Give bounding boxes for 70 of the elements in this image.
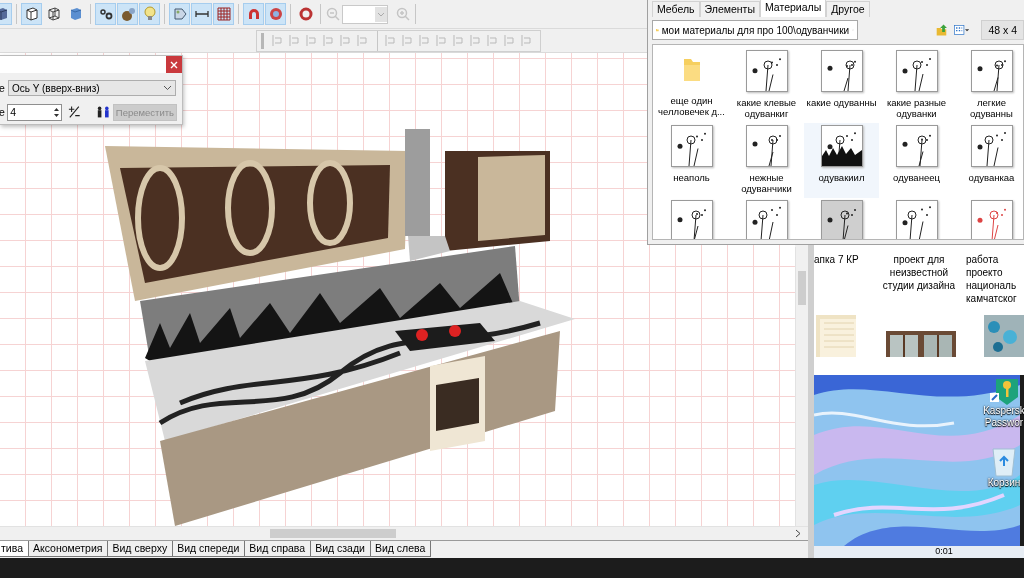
axis-dropdown[interactable]: Ось Y (вверх-вниз)	[8, 80, 176, 96]
close-icon	[170, 60, 178, 69]
grid-icon	[215, 6, 232, 22]
item-label: какие клевые одуванкиг	[735, 97, 798, 119]
size-field[interactable]: 48 x 4	[981, 20, 1024, 40]
view-grid-icon[interactable]	[954, 23, 970, 37]
zoom-field[interactable]	[342, 4, 388, 24]
file-name: проект для неизвестной студии дизайна	[881, 253, 957, 292]
cube-icon	[23, 6, 40, 22]
file-name: работа проекто националь камчатског	[966, 253, 1018, 305]
item-label: какие разные одуванки	[885, 97, 948, 119]
desktop-icon-label: Корзин	[987, 477, 1021, 489]
item-label: одуванеец	[892, 172, 941, 183]
panel-tab[interactable]: Мебель	[652, 1, 700, 17]
view-tab[interactable]: Вид слева	[370, 541, 432, 557]
sphere-icon	[119, 6, 136, 22]
dropdown-caret-icon[interactable]	[375, 6, 387, 22]
chevron-right-icon[interactable]	[794, 529, 802, 538]
plus-minus-icon[interactable]	[67, 105, 81, 119]
view-tab[interactable]: Вид справа	[245, 541, 312, 557]
toolbar-button[interactable]	[117, 3, 138, 25]
item-label: какие одуванны	[805, 97, 878, 108]
panel-tab[interactable]: Материалы	[759, 0, 827, 17]
material-item[interactable]: нежные одуванчики	[729, 123, 804, 198]
material-item[interactable]: легкие одуванны	[954, 48, 1023, 123]
material-item[interactable]: неаполь	[654, 123, 729, 198]
item-label: неаполь	[672, 172, 711, 183]
material-item[interactable]: какие разные одуванки	[879, 48, 954, 123]
key-icon[interactable]	[990, 379, 1018, 405]
target-icon	[267, 6, 284, 22]
view-tab[interactable]: Вид сзади	[311, 541, 371, 557]
view-tab[interactable]: Вид спереди	[173, 541, 246, 557]
bulb-icon	[141, 6, 158, 22]
horizontal-scrollbar[interactable]	[0, 526, 808, 540]
zoom-out-icon[interactable]	[325, 6, 341, 22]
view-tab[interactable]: Вид сверху	[108, 541, 174, 557]
path-dropdown[interactable]: мои материалы для про 100\одуванчики	[652, 20, 858, 40]
field-label: е	[0, 106, 6, 118]
tag-icon	[171, 6, 188, 22]
step-spinbox[interactable]: 4	[7, 103, 62, 121]
viewport-canvas[interactable]	[0, 53, 795, 526]
field-label: е	[0, 82, 6, 94]
view-tab[interactable]: Аксонометрия	[29, 541, 109, 557]
panel-tab[interactable]: Элементы	[699, 1, 760, 17]
material-item[interactable]: еще один челловечек д...	[654, 48, 729, 123]
material-item[interactable]: какие одуванны	[804, 48, 879, 123]
item-label: еще один челловечек д...	[657, 95, 726, 117]
file-name: апка 7 КР	[814, 253, 860, 266]
vertical-scrollbar[interactable]	[795, 247, 808, 526]
zoom-in-icon[interactable]	[395, 6, 411, 22]
ring-icon	[297, 6, 314, 22]
clock-text: 0:01	[935, 546, 953, 558]
people-icon[interactable]	[96, 106, 111, 118]
close-button[interactable]	[166, 56, 182, 73]
panel-tab[interactable]: Другое	[826, 1, 870, 17]
toolbar-button[interactable]	[191, 3, 212, 25]
item-label: одуванкаа	[967, 172, 1016, 183]
toolbar-button[interactable]	[95, 3, 116, 25]
toolbar-button[interactable]	[21, 3, 42, 25]
material-item[interactable]: одуванеец	[879, 123, 954, 198]
cube-icon	[45, 6, 62, 22]
folder-icon	[681, 57, 702, 83]
material-item[interactable]: одувакиил	[804, 123, 879, 198]
item-label: нежные одуванчики	[740, 172, 793, 194]
material-item[interactable]: какие клевые одуванкиг	[729, 48, 804, 123]
item-label: одувакиил	[817, 172, 866, 183]
material-item[interactable]: одуванкаа	[954, 123, 1023, 198]
view-tab[interactable]: тива	[0, 541, 29, 557]
recycle-bin-icon[interactable]	[991, 445, 1017, 477]
item-label: легкие одуванны	[969, 97, 1014, 119]
